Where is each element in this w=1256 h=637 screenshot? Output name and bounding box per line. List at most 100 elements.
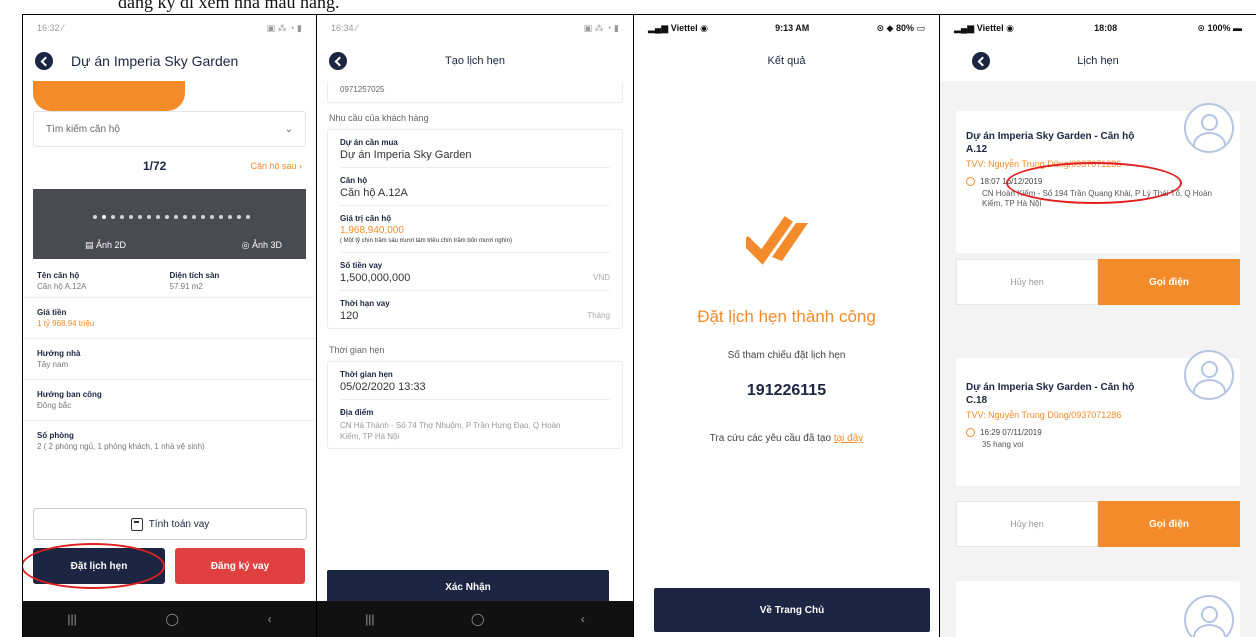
- project-value: Dự án Imperia Sky Garden: [340, 149, 472, 161]
- status-bar: 16:32 ⁄ ▣ ⁂ ◔ ▮: [23, 15, 316, 41]
- back-arrow-icon[interactable]: [35, 52, 53, 70]
- panel-appointments: ▂▄▆ Viettel ◉ 18:08 ⊙ 100% ▬ Lịch hẹn Dự…: [940, 15, 1256, 637]
- loan-label: Số tiền vay: [340, 260, 383, 270]
- apartment-search-select[interactable]: Tìm kiếm căn hộ ⌄: [33, 111, 306, 147]
- avatar: [1184, 350, 1234, 400]
- gallery-dot[interactable]: [201, 215, 205, 219]
- project-label: Dự án cần mua: [340, 138, 398, 147]
- title-bar: Dự án Imperia Sky Garden: [23, 41, 316, 81]
- back-icon[interactable]: ‹: [268, 612, 272, 626]
- confirm-button[interactable]: Xác Nhận: [327, 570, 609, 604]
- value-in-words: ( Một tỷ chín trăm sáu mươi tám triệu ch…: [340, 238, 512, 244]
- status-time: 16:32 ⁄: [37, 23, 64, 33]
- panel-create-appointment: 16:34 ⁄ ▣ ⁂ ◔ ▮ Tạo lịch hẹn 0971257025 …: [317, 15, 633, 637]
- title-bar: Kết quả: [634, 41, 939, 81]
- clock-icon: [966, 428, 975, 437]
- location-field[interactable]: Địa điểm CN Hà Thành - Số 74 Thợ Nhuộm, …: [340, 400, 610, 449]
- back-arrow-icon[interactable]: [972, 52, 990, 70]
- value-label: Giá trị căn hộ: [340, 214, 392, 223]
- gallery-dot[interactable]: [228, 215, 232, 219]
- loan-calculator-button[interactable]: Tính toán vay: [33, 508, 307, 540]
- time-label: Thời gian hẹn: [340, 369, 393, 379]
- image-3d-button[interactable]: ◎ Ảnh 3D: [242, 240, 282, 251]
- appointment-actions: Hủy hẹn Gọi điện: [956, 259, 1240, 305]
- home-icon[interactable]: ◯: [165, 612, 178, 626]
- recents-icon[interactable]: |||: [365, 612, 374, 626]
- carrier-name: Viettel: [976, 22, 1004, 33]
- gallery-dot[interactable]: [102, 215, 106, 219]
- gallery-dot[interactable]: [210, 215, 214, 219]
- gallery-dot[interactable]: [174, 215, 178, 219]
- call-label: Gọi điện: [1149, 276, 1189, 288]
- home-button[interactable]: Về Trang Chủ: [654, 588, 930, 632]
- rooms-value: 2 ( 2 phòng ngủ, 1 phòng khách, 1 nhà vệ…: [37, 442, 205, 451]
- term-value: 120: [340, 309, 359, 322]
- needs-section-label: Nhu cầu của khách hàng: [329, 113, 429, 123]
- loan-term-field[interactable]: Thời hạn vay 120 Tháng: [340, 291, 610, 328]
- lookup-link[interactable]: tại đây: [834, 433, 863, 444]
- rooms-row: Số phòng 2 ( 2 phòng ngủ, 1 phòng khách,…: [23, 420, 316, 451]
- floor-area-col: Diện tích sàn 57.91 m2: [170, 271, 303, 291]
- apartment-name-col: Tên căn hộ Căn hộ A.12A: [37, 271, 170, 291]
- call-label: Gọi điện: [1149, 518, 1189, 530]
- page-title: Tạo lịch hẹn: [445, 55, 505, 67]
- loan-value: 1,500,000,000: [340, 271, 411, 284]
- gallery-dot[interactable]: [93, 215, 97, 219]
- selected-tab-indicator[interactable]: [33, 81, 185, 111]
- gallery-dot[interactable]: [156, 215, 160, 219]
- floor-area-label: Diện tích sàn: [169, 271, 220, 280]
- next-apartment-link[interactable]: Căn hộ sau ›: [250, 161, 302, 171]
- time-value: 05/02/2020 13:33: [340, 380, 426, 393]
- gallery-dot[interactable]: [165, 215, 169, 219]
- panel-result: ▂▄▆ Viettel ◉ 9:13 AM ⊙ ◆ 80% ▭ Kết quả …: [634, 15, 939, 637]
- success-message: Đặt lịch hẹn thành công: [697, 307, 876, 326]
- price-row: Giá tiền 1 tỷ 968.94 triệu: [23, 297, 316, 328]
- back-icon[interactable]: ‹: [581, 612, 585, 626]
- phone-number-cut: 0971257025: [340, 85, 385, 94]
- gallery-dot[interactable]: [147, 215, 151, 219]
- status-time: 18:08: [1094, 23, 1118, 33]
- call-button[interactable]: Gọi điện: [1098, 259, 1240, 305]
- needs-card: Dự án cần mua Dự án Imperia Sky Garden C…: [327, 129, 623, 329]
- battery-level: 100%: [1207, 22, 1231, 33]
- balcony-direction-value: Đông bắc: [37, 401, 72, 410]
- avatar-body: [1193, 624, 1226, 637]
- apartment-name-value: Căn hộ A.12A: [37, 282, 87, 291]
- gallery-dot[interactable]: [237, 215, 241, 219]
- loan-unit: VND: [593, 272, 610, 282]
- house-direction-label: Hướng nhà: [37, 349, 81, 358]
- avatar-head: [1201, 114, 1218, 131]
- image-2d-button[interactable]: ▤ Ảnh 2D: [85, 240, 126, 251]
- gallery-dot[interactable]: [120, 215, 124, 219]
- call-button[interactable]: Gọi điện: [1098, 501, 1240, 547]
- apartment-value: Căn hộ A.12A: [340, 187, 408, 199]
- gallery-dot[interactable]: [138, 215, 142, 219]
- home-icon[interactable]: ◯: [471, 612, 484, 626]
- panel-apartment-detail: 16:32 ⁄ ▣ ⁂ ◔ ▮ Dự án Imperia Sky Garden…: [23, 15, 316, 637]
- recents-icon[interactable]: |||: [67, 612, 76, 626]
- place-value: CN Hà Thành - Số 74 Thợ Nhuộm, P Trần Hư…: [340, 420, 561, 441]
- gallery-dot[interactable]: [219, 215, 223, 219]
- reference-number: 191226115: [746, 382, 827, 399]
- loan-amount-field[interactable]: Số tiền vay 1,500,000,000 VND: [340, 253, 610, 291]
- gallery-dot[interactable]: [111, 215, 115, 219]
- appointment-time-row: 18:07 16/12/2019: [956, 177, 1240, 186]
- back-arrow-icon[interactable]: [329, 52, 347, 70]
- appointment-time-field[interactable]: Thời gian hẹn 05/02/2020 13:33: [340, 362, 610, 400]
- gallery-dot[interactable]: [192, 215, 196, 219]
- gallery-dot[interactable]: [129, 215, 133, 219]
- status-icons: ▣ ⁂ ◔ ▮: [583, 22, 619, 33]
- register-loan-button[interactable]: Đăng ký vay: [175, 548, 305, 584]
- page-title: Dự án Imperia Sky Garden: [71, 53, 239, 69]
- house-direction-value: Tây nam: [37, 360, 69, 369]
- cancel-appointment-button[interactable]: Hủy hẹn: [956, 501, 1098, 547]
- gallery-dot[interactable]: [246, 215, 250, 219]
- appointment-address: 35 hang voi: [982, 440, 1024, 449]
- gallery-dot[interactable]: [183, 215, 187, 219]
- book-appointment-button[interactable]: Đặt lịch hẹn: [33, 548, 165, 584]
- apartment-image-gallery[interactable]: ▤ Ảnh 2D ◎ Ảnh 3D: [33, 189, 306, 259]
- apartment-counter-row: 1/72 Căn hộ sau ›: [23, 151, 316, 181]
- cancel-appointment-button[interactable]: Hủy hẹn: [956, 259, 1098, 305]
- android-nav-bar: ||| ◯ ‹: [317, 601, 633, 637]
- title-bar: Tạo lịch hẹn: [317, 41, 633, 81]
